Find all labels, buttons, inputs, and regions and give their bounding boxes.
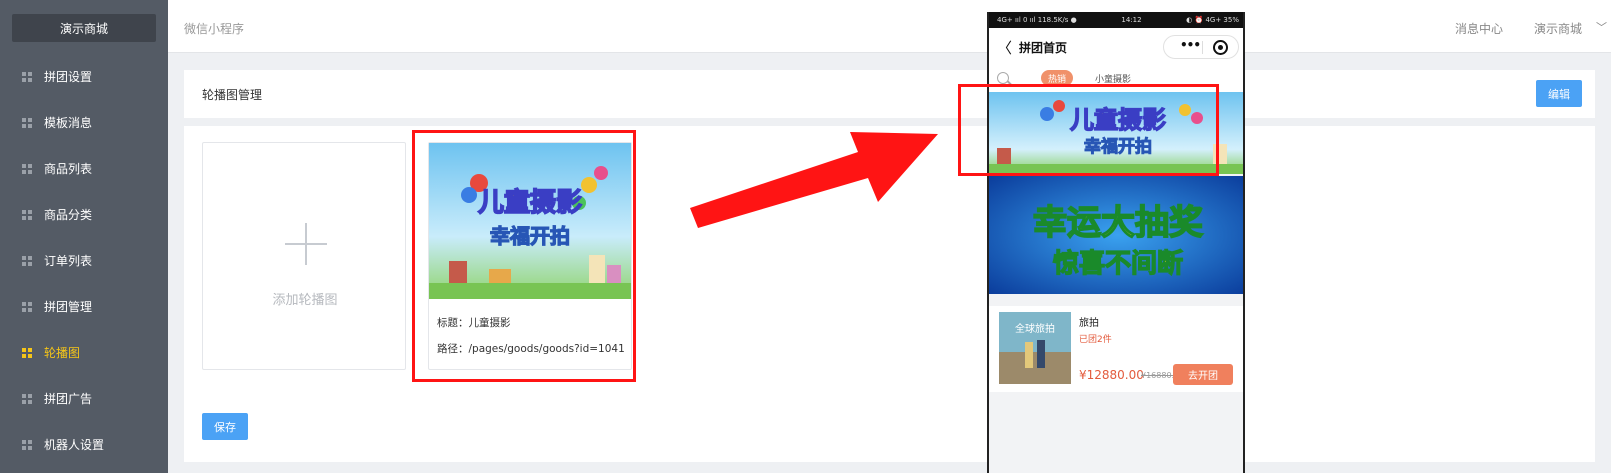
capsule-divider — [1202, 41, 1203, 54]
add-carousel-label: 添加轮播图 — [272, 293, 338, 308]
sidebar-item-group-ads[interactable]: 拼团广告 — [0, 375, 168, 422]
phone-nav-bar: 〈 拼团首页 ••• — [989, 28, 1243, 66]
sidebar-item-label: 商品分类 — [44, 208, 93, 222]
sidebar-item-carousel[interactable]: 轮播图 — [0, 329, 168, 376]
sidebar-item-label: 商品列表 — [44, 162, 93, 176]
status-signal: 4G+ ııl 0 ııl 118.5K/s ● — [997, 16, 1077, 24]
user-menu[interactable]: 演示商城 — [1534, 20, 1582, 37]
sidebar-item-label: 拼团设置 — [44, 70, 93, 84]
sidebar-item-product-categories[interactable]: 商品分类 — [0, 191, 168, 238]
start-group-button[interactable]: 去开团 — [1173, 364, 1233, 385]
plus-icon — [305, 223, 307, 265]
phone-page-title: 拼团首页 — [1019, 41, 1068, 55]
sidebar-item-label: 拼团管理 — [44, 300, 93, 314]
sidebar-item-group-management[interactable]: 拼团管理 — [0, 283, 168, 330]
chevron-down-icon[interactable]: ﹀ — [1596, 19, 1607, 35]
sidebar-item-group-settings[interactable]: 拼团设置 — [0, 53, 168, 100]
sidebar: 演示商城 拼团设置 模板消息 商品列表 商品分类 订单列表 拼团管理 轮播图 拼… — [0, 0, 168, 473]
product-sold-count: 已团2件 — [1079, 335, 1112, 345]
mini-program-capsule: ••• — [1163, 35, 1239, 59]
highlight-box — [958, 84, 1219, 176]
breadcrumb[interactable]: 微信小程序 — [184, 20, 244, 37]
grid-icon — [22, 209, 32, 220]
message-center-link[interactable]: 消息中心 — [1455, 20, 1503, 37]
sidebar-item-label: 模板消息 — [44, 116, 93, 130]
close-target-icon[interactable] — [1213, 40, 1228, 55]
phone-preview: 4G+ ııl 0 ııl 118.5K/s ● 14:12 ◐ ⏰ 4G+ 3… — [987, 12, 1245, 473]
phone-banner2-text-main: 幸运大抽奖 — [1033, 203, 1203, 243]
product-card[interactable]: 全球旅拍 旅拍 已团2件 ¥12880.00 ¥16880.0 去开团 — [989, 306, 1243, 392]
product-thumb-label: 全球旅拍 — [1015, 322, 1055, 335]
brand-title[interactable]: 演示商城 — [12, 14, 156, 42]
top-bar: 微信小程序 消息中心 演示商城 ﹀ — [168, 0, 1611, 53]
sidebar-item-robot-settings[interactable]: 机器人设置 — [0, 421, 168, 468]
grid-icon — [22, 347, 32, 358]
phone-banner2-text-sub: 惊喜不间断 — [1053, 248, 1183, 279]
grid-icon — [22, 255, 32, 266]
save-button[interactable]: 保存 — [202, 413, 248, 440]
sidebar-item-order-list[interactable]: 订单列表 — [0, 237, 168, 284]
sidebar-item-label: 机器人设置 — [44, 438, 105, 452]
grid-icon — [22, 393, 32, 404]
sidebar-item-label: 订单列表 — [44, 254, 93, 268]
status-battery: ◐ ⏰ 4G+ 35% — [1186, 16, 1239, 24]
grid-icon — [22, 163, 32, 174]
sidebar-item-label: 轮播图 — [44, 346, 81, 360]
sidebar-item-label: 拼团广告 — [44, 392, 93, 406]
highlight-box — [412, 130, 636, 382]
grid-icon — [22, 71, 32, 82]
sidebar-item-product-list[interactable]: 商品列表 — [0, 145, 168, 192]
product-name: 旅拍 — [1079, 318, 1099, 329]
phone-banner-lottery[interactable]: 幸运大抽奖 惊喜不间断 — [989, 176, 1245, 294]
product-thumbnail: 全球旅拍 — [999, 312, 1071, 384]
page-title: 轮播图管理 — [202, 88, 263, 102]
more-icon[interactable]: ••• — [1180, 38, 1201, 52]
edit-button[interactable]: 编辑 — [1536, 80, 1582, 107]
back-icon[interactable]: 〈 — [997, 37, 1012, 58]
arrow-icon — [690, 132, 938, 228]
grid-icon — [22, 439, 32, 450]
grid-icon — [22, 301, 32, 312]
add-carousel-card[interactable]: 添加轮播图 — [202, 142, 406, 370]
sidebar-item-template-messages[interactable]: 模板消息 — [0, 99, 168, 146]
product-price: ¥12880.00 — [1079, 368, 1144, 382]
grid-icon — [22, 117, 32, 128]
status-time: 14:12 — [1121, 16, 1142, 24]
phone-status-bar: 4G+ ııl 0 ııl 118.5K/s ● 14:12 ◐ ⏰ 4G+ 3… — [989, 12, 1243, 28]
search-icon[interactable] — [997, 72, 1009, 84]
